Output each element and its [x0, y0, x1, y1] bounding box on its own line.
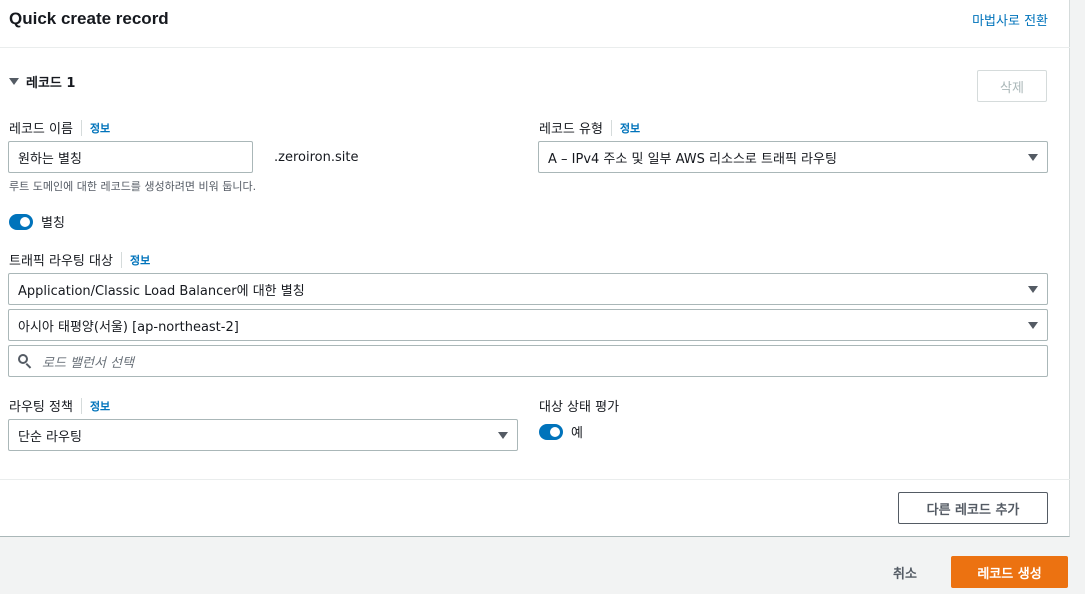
record-name-info-link[interactable]: 정보 [80, 119, 110, 136]
search-icon [18, 354, 32, 369]
route-target-info-link[interactable]: 정보 [120, 251, 150, 268]
evaluate-health-label: 대상 상태 평가 [539, 400, 620, 415]
record-name-label-text: 레코드 이름 [9, 122, 73, 137]
alias-toggle-row[interactable]: 별칭 [9, 212, 65, 231]
routing-policy-value: 단순 라우팅 [18, 429, 82, 445]
region-select[interactable]: 아시아 태평양(서울) [ap-northeast-2] [8, 309, 1048, 341]
evaluate-health-toggle-row[interactable]: 예 [539, 422, 583, 441]
section-divider [0, 479, 1070, 480]
record-name-label: 레코드 이름 정보 [9, 118, 110, 137]
record-name-hint: 루트 도메인에 대한 레코드를 생성하려면 비워 둡니다. [9, 180, 257, 193]
quick-create-panel: Quick create record 마법사로 전환 레코드 1 삭제 레코드… [0, 0, 1070, 537]
record-section-toggle[interactable]: 레코드 1 [9, 72, 75, 91]
alias-toggle-switch-icon[interactable] [9, 213, 33, 230]
endpoint-type-select[interactable]: Application/Classic Load Balancer에 대한 별칭 [8, 273, 1048, 305]
switch-to-wizard-link[interactable]: 마법사로 전환 [972, 10, 1048, 29]
caret-down-icon [9, 78, 19, 85]
load-balancer-placeholder: 로드 밸런서 선택 [42, 355, 134, 371]
dropdown-arrow-icon [1028, 153, 1038, 161]
panel-title: Quick create record [9, 9, 169, 28]
routing-policy-select[interactable]: 단순 라우팅 [8, 419, 518, 451]
routing-policy-info-link[interactable]: 정보 [80, 397, 110, 414]
record-type-info-link[interactable]: 정보 [610, 119, 640, 136]
routing-policy-label: 라우팅 정책 정보 [9, 396, 110, 415]
evaluate-health-value: 예 [571, 426, 583, 441]
record-type-value: A – IPv4 주소 및 일부 AWS 리소스로 트래픽 라우팅 [548, 151, 837, 167]
record-type-label-text: 레코드 유형 [539, 122, 603, 137]
record-section-title: 레코드 1 [26, 76, 76, 91]
record-type-select[interactable]: A – IPv4 주소 및 일부 AWS 리소스로 트래픽 라우팅 [538, 141, 1048, 173]
cancel-button[interactable]: 취소 [893, 563, 917, 582]
delete-button[interactable]: 삭제 [977, 70, 1047, 102]
panel-header: Quick create record 마법사로 전환 [0, 0, 1070, 48]
alias-label: 별칭 [41, 216, 65, 231]
add-another-record-button[interactable]: 다른 레코드 추가 [898, 492, 1048, 524]
load-balancer-search-input[interactable]: 로드 밸런서 선택 [8, 345, 1048, 377]
domain-suffix: .zeroiron.site [274, 150, 359, 165]
dropdown-arrow-icon [1028, 321, 1038, 329]
dropdown-arrow-icon [1028, 285, 1038, 293]
record-type-label: 레코드 유형 정보 [539, 118, 640, 137]
region-value: 아시아 태평양(서울) [ap-northeast-2] [18, 319, 239, 335]
route-target-label-text: 트래픽 라우팅 대상 [9, 254, 113, 269]
endpoint-type-value: Application/Classic Load Balancer에 대한 별칭 [18, 283, 305, 299]
dropdown-arrow-icon [498, 431, 508, 439]
evaluate-health-toggle-switch-icon[interactable] [539, 423, 563, 440]
routing-policy-label-text: 라우팅 정책 [9, 400, 73, 415]
record-name-value: 원하는 별칭 [18, 151, 82, 167]
route-target-label: 트래픽 라우팅 대상 정보 [9, 250, 150, 269]
record-name-input[interactable]: 원하는 별칭 [8, 141, 253, 173]
create-records-button[interactable]: 레코드 생성 [951, 556, 1068, 588]
